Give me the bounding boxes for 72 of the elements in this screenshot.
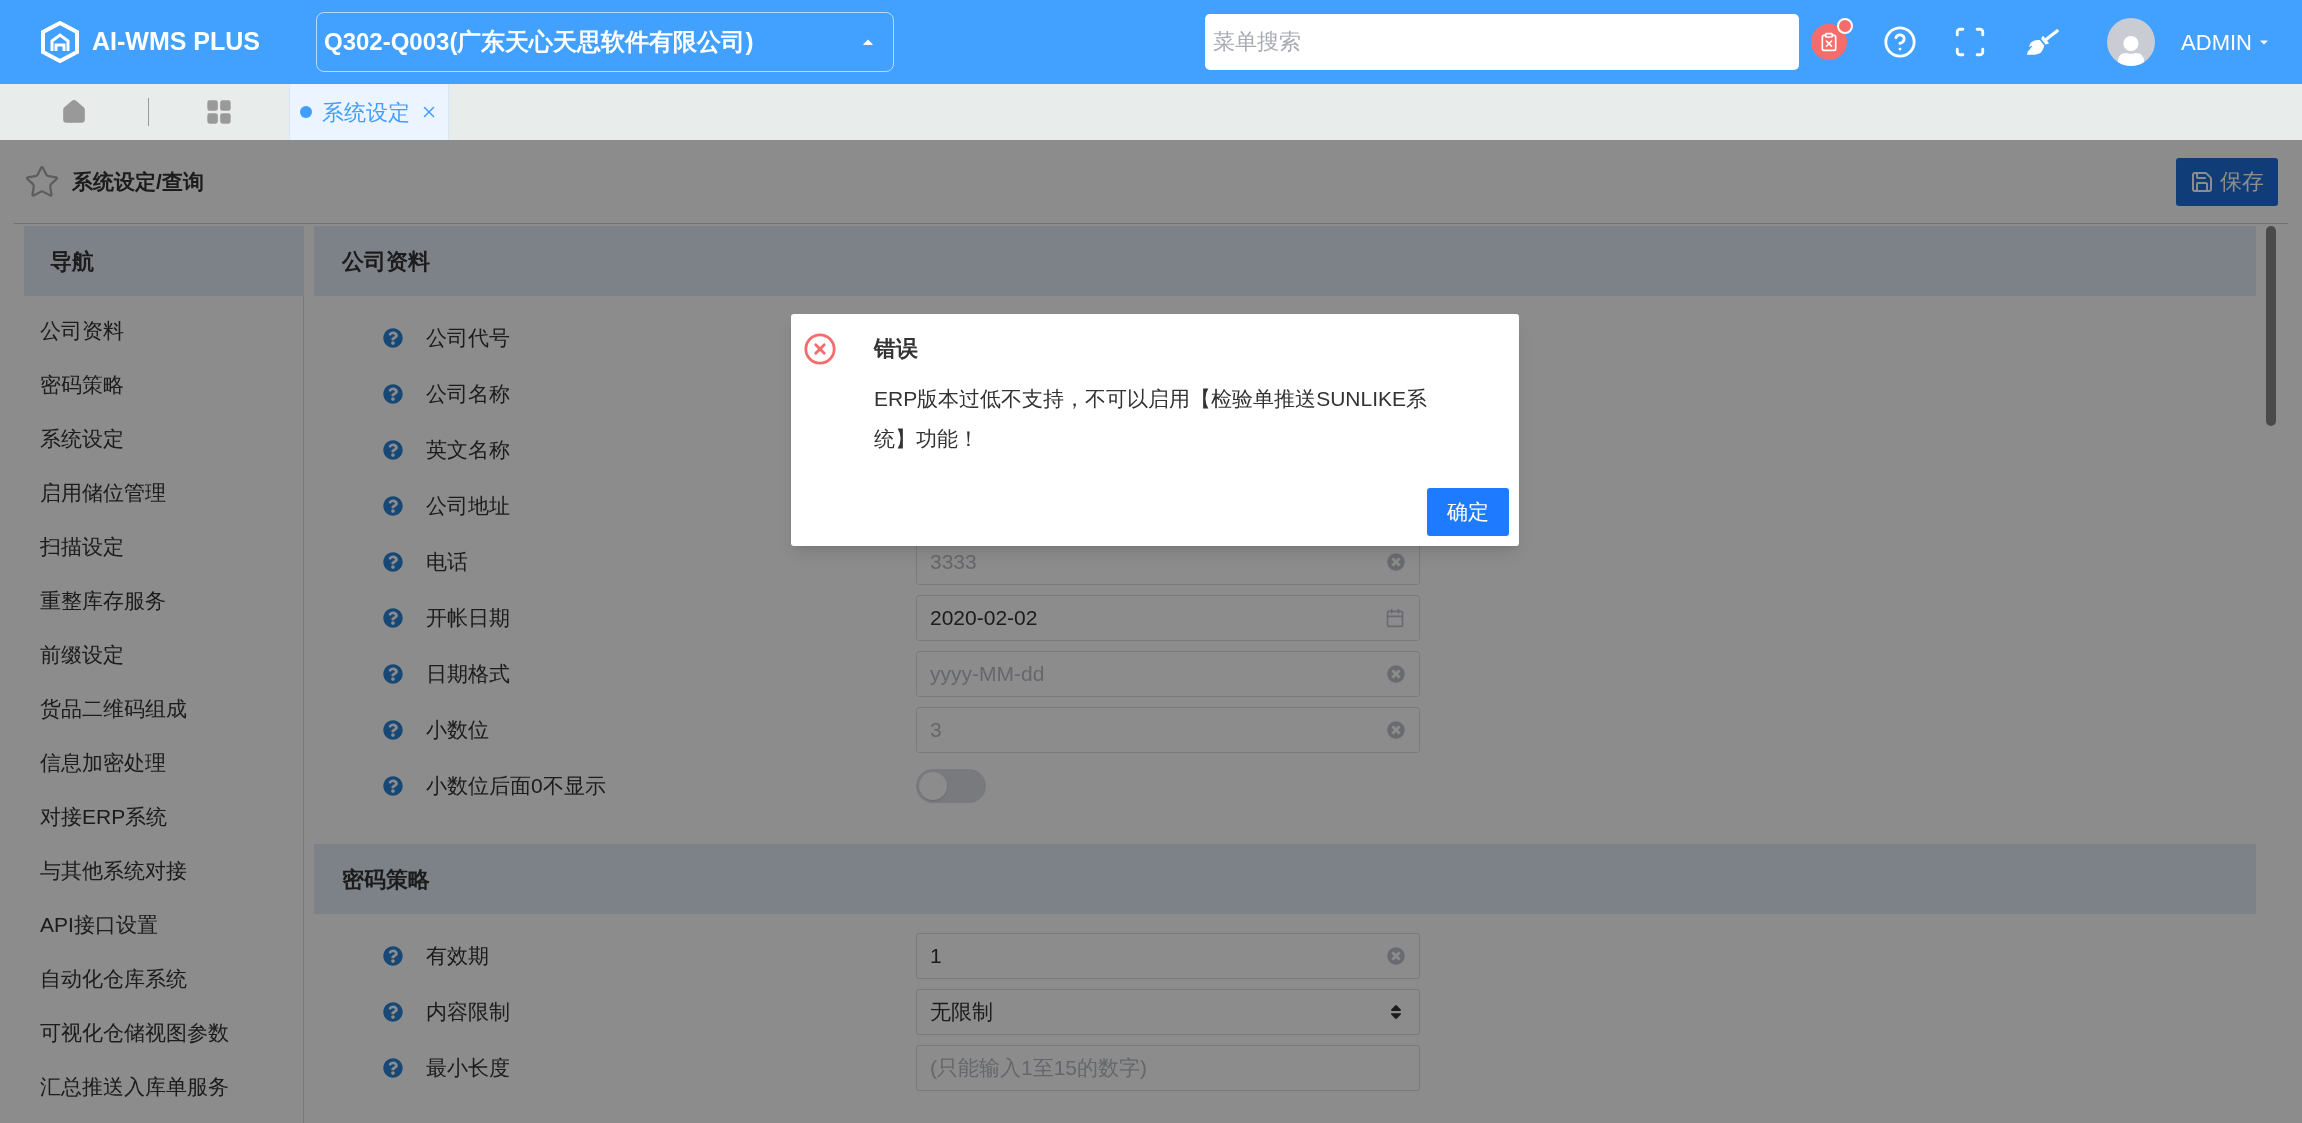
nav-item[interactable]: 扫描设定 (24, 520, 303, 574)
help-icon[interactable] (383, 776, 403, 796)
help-icon[interactable] (383, 440, 403, 460)
company-select[interactable]: Q302-Q003(广东天心天思软件有限公司) (316, 12, 894, 72)
nav-item[interactable]: 信息加密处理 (24, 736, 303, 790)
nav-item[interactable]: 重整库存服务 (24, 574, 303, 628)
help-icon[interactable] (383, 1002, 403, 1022)
logo-icon (40, 21, 80, 63)
field-label: 有效期 (426, 943, 489, 970)
field-label: 小数位 (426, 717, 489, 744)
help-icon[interactable] (1883, 25, 1918, 59)
field-label: 英文名称 (426, 437, 510, 464)
section-header: 密码策略 (314, 844, 2256, 914)
breadcrumb: 系统设定/查询 (72, 168, 204, 195)
save-icon (2190, 169, 2214, 194)
nav-item[interactable]: 可视化仓储视图参数 (24, 1006, 303, 1060)
nav-item[interactable]: API接口设置 (24, 898, 303, 952)
field-label: 公司名称 (426, 381, 510, 408)
nav-item[interactable]: 自动化仓库系统 (24, 952, 303, 1006)
nav-item[interactable]: 启用储位管理 (24, 466, 303, 520)
tab[interactable]: 系统设定 (289, 84, 449, 140)
broom-icon[interactable] (2027, 26, 2060, 58)
field-label: 小数位后面0不显示 (426, 773, 606, 800)
help-icon[interactable] (383, 664, 403, 684)
clear-icon[interactable] (1387, 553, 1405, 571)
nav-item[interactable]: 系统设定 (24, 412, 303, 466)
search-field[interactable]: 菜单搜索 (1205, 14, 1800, 70)
field-label: 电话 (426, 549, 468, 576)
user-menu[interactable]: ADMIN (2181, 25, 2270, 59)
section-header: 公司资料 (314, 226, 2256, 296)
toggle-switch[interactable] (916, 769, 986, 803)
help-icon[interactable] (383, 328, 403, 348)
nav-item[interactable]: 前缀设定 (24, 628, 303, 682)
home-icon[interactable] (61, 99, 87, 125)
input-field[interactable]: 1 (916, 933, 1420, 979)
nav-item[interactable]: 对接ERP系统 (24, 790, 303, 844)
clear-icon[interactable] (1387, 665, 1405, 683)
help-icon[interactable] (383, 496, 403, 516)
calendar-icon[interactable] (1385, 608, 1405, 628)
select-field[interactable]: 无限制 (916, 989, 1420, 1035)
field-label: 开帐日期 (426, 605, 510, 632)
help-icon[interactable] (383, 552, 403, 572)
help-icon[interactable] (383, 946, 403, 966)
grid-icon[interactable] (205, 98, 233, 126)
star-icon[interactable] (24, 163, 60, 200)
dialog-title: 错误 (874, 335, 919, 363)
field-label: 公司代号 (426, 325, 510, 352)
dialog-message: ERP版本过低不支持，不可以启用【检验单推送SUNLIKE系统】功能！ (874, 386, 1429, 452)
clear-icon[interactable] (1387, 721, 1405, 739)
nav-item[interactable]: 货品二维码组成 (24, 682, 303, 736)
ok-button[interactable]: 确定 (1427, 488, 1509, 536)
clear-icon[interactable] (1387, 947, 1405, 965)
help-icon[interactable] (383, 384, 403, 404)
help-icon[interactable] (383, 720, 403, 740)
help-icon[interactable] (383, 608, 403, 628)
nav-item[interactable]: 汇总推送入库单服务 (24, 1060, 303, 1114)
nav-item[interactable]: 公司资料 (24, 304, 303, 358)
field-label: 日期格式 (426, 661, 510, 688)
error-icon (803, 332, 837, 366)
field-label: 内容限制 (426, 999, 510, 1026)
scrollbar[interactable] (2266, 226, 2276, 426)
nav-item[interactable]: 与其他系统对接 (24, 844, 303, 898)
help-icon[interactable] (383, 1058, 403, 1078)
nav-item[interactable]: 密码策略 (24, 358, 303, 412)
field-label: 公司地址 (426, 493, 510, 520)
nav-header: 导航 (24, 226, 304, 296)
field-label: 最小长度 (426, 1055, 510, 1082)
avatar[interactable] (2107, 18, 2156, 66)
app-name: AI-WMS PLUS (92, 26, 261, 58)
clipboard-icon[interactable] (1811, 24, 1848, 60)
save-button[interactable]: 保存 (2176, 157, 2278, 206)
date-field[interactable]: 2020-02-02 (916, 595, 1420, 641)
